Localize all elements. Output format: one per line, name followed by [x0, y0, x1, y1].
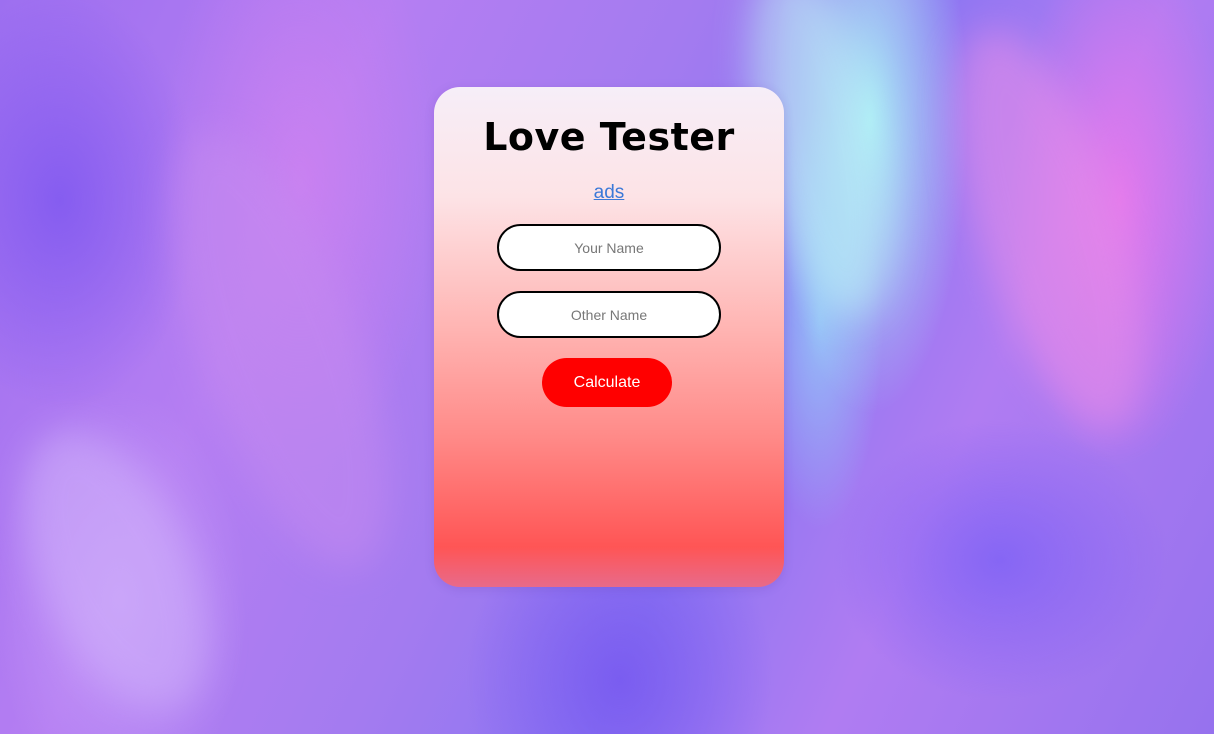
- other-name-input[interactable]: [497, 291, 721, 338]
- page-title: Love Tester: [483, 115, 735, 159]
- your-name-input[interactable]: [497, 224, 721, 271]
- ads-link[interactable]: ads: [434, 182, 784, 204]
- background-streak: [0, 402, 247, 734]
- background-streak: [918, 8, 1182, 452]
- love-tester-card: Love Tester ads Calculate: [434, 87, 784, 587]
- calculate-button[interactable]: Calculate: [542, 358, 672, 407]
